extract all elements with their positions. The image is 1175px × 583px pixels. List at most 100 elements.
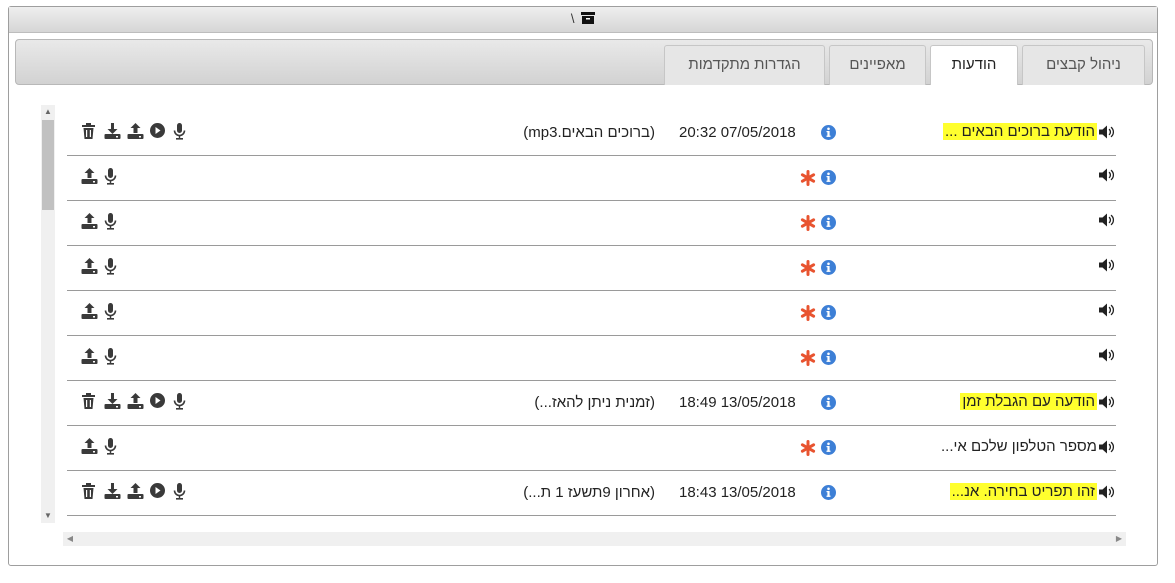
upload-icon[interactable] xyxy=(81,303,98,321)
asterisk-icon xyxy=(800,305,816,326)
tab-properties[interactable]: מאפיינים xyxy=(829,45,926,86)
scroll-right-icon[interactable]: ▶ xyxy=(1112,532,1126,546)
upload-icon[interactable] xyxy=(81,168,98,186)
message-name[interactable]: הודעה עם הגבלת זמן xyxy=(960,393,1116,410)
vertical-scrollbar[interactable]: ▲ ▼ xyxy=(41,105,55,523)
microphone-icon[interactable] xyxy=(104,213,121,231)
row-actions xyxy=(81,348,121,366)
message-name-text: הודעה עם הגבלת זמן xyxy=(960,393,1097,410)
info-icon[interactable] xyxy=(821,260,836,280)
speaker-icon[interactable] xyxy=(1099,395,1116,409)
speaker-icon[interactable] xyxy=(1099,303,1116,317)
microphone-icon[interactable] xyxy=(104,303,121,321)
table-row: (אחרון 9תשעז 1 ת...) 18:43 13/05/2018 זהו … xyxy=(67,471,1116,516)
microphone-icon[interactable] xyxy=(173,393,190,411)
message-name[interactable]: הודעת ברוכים הבאים ... xyxy=(942,123,1116,140)
message-name[interactable] xyxy=(1097,168,1116,182)
speaker-icon[interactable] xyxy=(1099,440,1116,454)
horizontal-scrollbar[interactable]: ◀ ▶ xyxy=(63,532,1126,546)
messages-panel: ▲ ▼ (ברוכים הבאים.mp3) 20:32 07/05/2018 הו… xyxy=(15,85,1153,560)
upload-icon[interactable] xyxy=(81,438,98,456)
scroll-down-icon[interactable]: ▼ xyxy=(41,509,55,523)
upload-icon[interactable] xyxy=(81,348,98,366)
asterisk-icon xyxy=(800,170,816,191)
table-row: (זמנית ניתן להאז...) 18:49 13/05/2018 הודע… xyxy=(67,381,1116,426)
microphone-icon[interactable] xyxy=(104,258,121,276)
microphone-icon[interactable] xyxy=(104,438,121,456)
scroll-left-icon[interactable]: ◀ xyxy=(63,532,77,546)
upload-icon[interactable] xyxy=(81,213,98,231)
scroll-thumb[interactable] xyxy=(42,120,54,210)
asterisk-icon xyxy=(800,215,816,236)
download-icon[interactable] xyxy=(104,483,121,501)
upload-date: 20:32 07/05/2018 xyxy=(679,124,796,141)
messages-table: (ברוכים הבאים.mp3) 20:32 07/05/2018 הודעת … xyxy=(67,111,1116,529)
trash-icon[interactable] xyxy=(81,393,98,411)
scroll-up-icon[interactable]: ▲ xyxy=(41,105,55,119)
message-name[interactable] xyxy=(1097,258,1116,272)
download-icon[interactable] xyxy=(104,393,121,411)
message-name[interactable] xyxy=(1097,303,1116,317)
info-icon[interactable] xyxy=(821,350,836,370)
play-icon[interactable] xyxy=(150,393,167,411)
row-actions xyxy=(81,438,121,456)
info-icon[interactable] xyxy=(821,485,836,505)
tab-advanced-settings[interactable]: הגדרות מתקדמות xyxy=(664,45,825,86)
speaker-icon[interactable] xyxy=(1099,168,1116,182)
download-icon[interactable] xyxy=(104,123,121,141)
table-row xyxy=(67,336,1116,381)
table-row xyxy=(67,156,1116,201)
microphone-icon[interactable] xyxy=(173,123,190,141)
upload-date: 18:43 13/05/2018 xyxy=(679,484,796,501)
message-name[interactable] xyxy=(1097,213,1116,227)
play-icon[interactable] xyxy=(150,483,167,501)
file-description: (זמנית ניתן להאז...) xyxy=(534,394,655,411)
row-actions xyxy=(81,483,190,501)
info-icon[interactable] xyxy=(821,440,836,460)
title-bar: \ xyxy=(9,7,1157,33)
row-actions xyxy=(81,393,190,411)
message-name[interactable]: זהו תפריט בחירה. אנ... xyxy=(949,483,1116,500)
upload-icon[interactable] xyxy=(127,393,144,411)
tab-messages[interactable]: הודעות xyxy=(930,45,1018,87)
row-actions xyxy=(81,123,190,141)
upload-icon[interactable] xyxy=(127,123,144,141)
info-icon[interactable] xyxy=(821,395,836,415)
speaker-icon[interactable] xyxy=(1099,258,1116,272)
info-icon[interactable] xyxy=(821,305,836,325)
microphone-icon[interactable] xyxy=(104,168,121,186)
upload-icon[interactable] xyxy=(127,483,144,501)
info-icon[interactable] xyxy=(821,125,836,145)
upload-date: 18:49 13/05/2018 xyxy=(679,394,796,411)
microphone-icon[interactable] xyxy=(173,483,190,501)
tab-bar: ניהול קבצים הודעות מאפיינים הגדרות מתקדמ… xyxy=(15,39,1153,87)
window-title: \ xyxy=(570,11,575,26)
info-icon[interactable] xyxy=(821,215,836,235)
asterisk-icon xyxy=(800,440,816,461)
speaker-icon[interactable] xyxy=(1099,125,1116,139)
speaker-icon[interactable] xyxy=(1099,213,1116,227)
upload-icon[interactable] xyxy=(81,258,98,276)
speaker-icon[interactable] xyxy=(1099,485,1116,499)
table-row: מספר הטלפון שלכם אי... xyxy=(67,426,1116,471)
table-row xyxy=(67,291,1116,336)
row-actions xyxy=(81,213,121,231)
play-icon[interactable] xyxy=(150,123,167,141)
row-actions xyxy=(81,303,121,321)
trash-icon[interactable] xyxy=(81,483,98,501)
asterisk-icon xyxy=(800,260,816,281)
message-name-text: מספר הטלפון שלכם אי... xyxy=(940,438,1097,455)
row-actions xyxy=(81,168,121,186)
message-name[interactable] xyxy=(1097,348,1116,362)
microphone-icon[interactable] xyxy=(104,348,121,366)
archive-box-icon xyxy=(581,8,596,32)
row-actions xyxy=(81,258,121,276)
speaker-icon[interactable] xyxy=(1099,348,1116,362)
asterisk-icon xyxy=(800,350,816,371)
info-icon[interactable] xyxy=(821,170,836,190)
trash-icon[interactable] xyxy=(81,123,98,141)
message-name[interactable]: מספר הטלפון שלכם אי... xyxy=(941,438,1116,455)
message-name-text: זהו תפריט בחירה. אנ... xyxy=(949,483,1097,500)
tab-file-management[interactable]: ניהול קבצים xyxy=(1022,45,1145,86)
table-row xyxy=(67,201,1116,246)
